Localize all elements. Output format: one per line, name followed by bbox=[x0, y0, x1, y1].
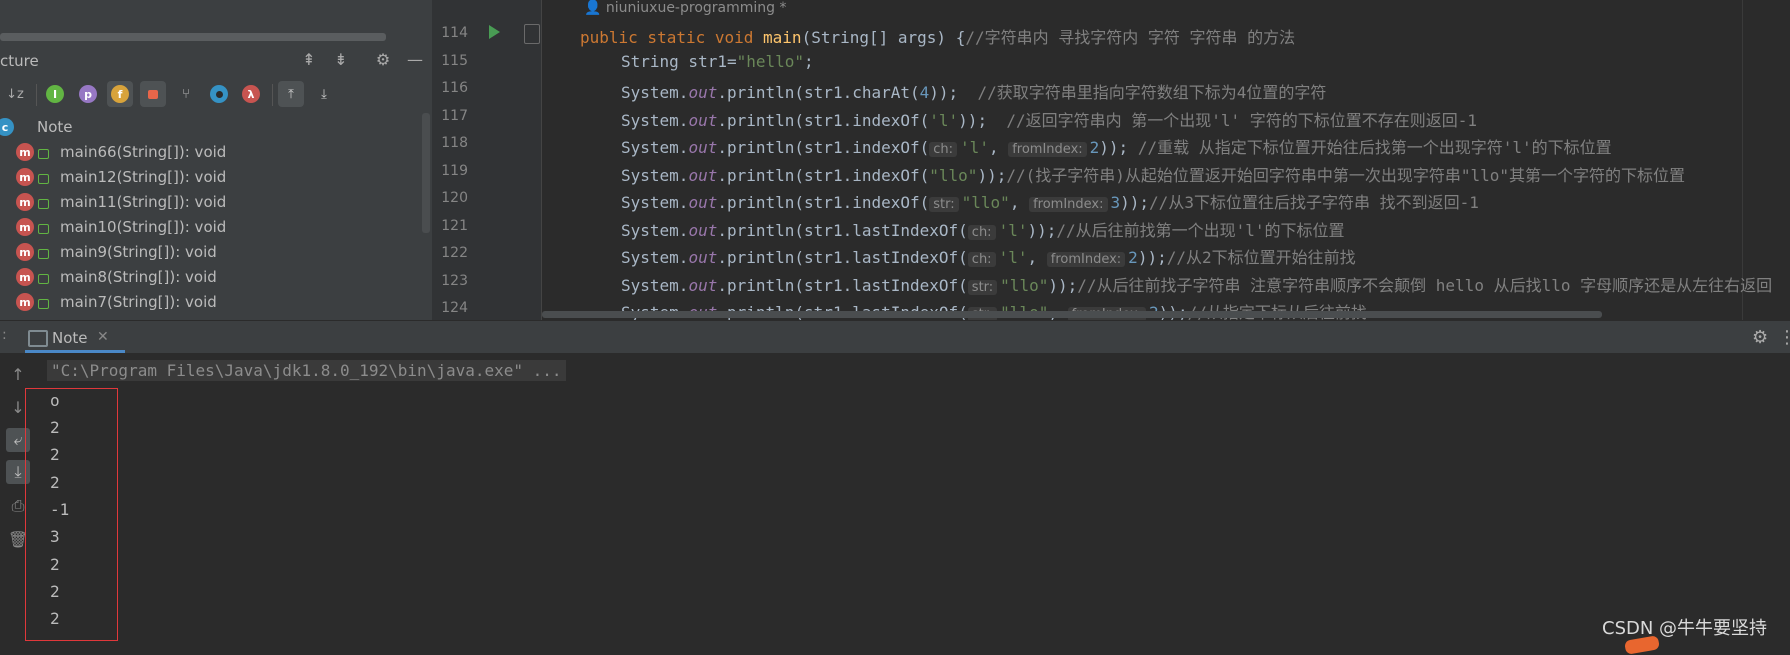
author-name: niuniuxue-programming * bbox=[605, 0, 787, 16]
tree-item-main8[interactable]: m main8(String[]): void bbox=[0, 265, 420, 290]
param-hint: ch: bbox=[929, 142, 958, 157]
line-number: 115 bbox=[441, 53, 468, 69]
code-line-115: String str1="hello"; bbox=[621, 52, 814, 71]
code-line-117: System.out.println(str1.indexOf('l')); /… bbox=[621, 111, 1478, 130]
param-hint: fromIndex: bbox=[1008, 142, 1087, 157]
unlock-icon bbox=[38, 224, 49, 234]
param-hint: fromIndex: bbox=[1046, 252, 1126, 267]
author-hint: 👤 niuniuxue-programming * bbox=[584, 0, 787, 16]
console-icon bbox=[28, 330, 48, 347]
gear-icon[interactable]: ⚙ bbox=[372, 50, 394, 70]
line-number: 120 bbox=[441, 190, 468, 206]
method-icon: m bbox=[16, 143, 34, 161]
unlock-icon bbox=[38, 174, 49, 184]
code-line-119: System.out.println(str1.indexOf("llo"));… bbox=[621, 166, 1686, 185]
method-icon: m bbox=[16, 243, 34, 261]
unlock-icon bbox=[38, 299, 49, 309]
run-icon[interactable] bbox=[489, 25, 500, 39]
code-line-120: System.out.println(str1.indexOf(str: "llo… bbox=[621, 193, 1479, 212]
tree-root-label: Note bbox=[37, 118, 73, 136]
tree-item-main7[interactable]: m main7(String[]): void bbox=[0, 290, 420, 315]
toolbar-separator bbox=[36, 84, 37, 106]
run-tab-label: Note bbox=[52, 329, 88, 347]
code-line-122: System.out.println(str1.lastIndexOf(ch: '… bbox=[621, 248, 1356, 267]
unlock-icon bbox=[38, 249, 49, 259]
method-icon: m bbox=[16, 268, 34, 286]
method-icon: m bbox=[16, 293, 34, 311]
tree-item-main11[interactable]: m main11(String[]): void bbox=[0, 190, 420, 215]
tree-root[interactable]: c Note bbox=[0, 115, 420, 140]
param-hint: ch: bbox=[967, 225, 996, 240]
tree-item-main10[interactable]: m main10(String[]): void bbox=[0, 215, 420, 240]
method-icon: m bbox=[16, 218, 34, 236]
code-line-121: System.out.println(str1.lastIndexOf(ch: '… bbox=[621, 221, 1345, 240]
line-number: 121 bbox=[441, 218, 468, 234]
code-line-118: System.out.println(str1.indexOf(ch:'l', … bbox=[621, 138, 1612, 157]
class-icon: c bbox=[0, 118, 14, 136]
drag-handle-icon[interactable]: : bbox=[2, 327, 7, 343]
editor-gutter bbox=[432, 0, 542, 320]
line-number: 118 bbox=[441, 135, 468, 151]
minimize-icon[interactable]: — bbox=[404, 50, 426, 70]
toolbar-separator bbox=[272, 84, 273, 106]
structure-title: cture bbox=[0, 52, 39, 70]
method-icon: m bbox=[16, 168, 34, 186]
vertical-scrollbar[interactable] bbox=[422, 113, 430, 233]
param-hint: str: bbox=[929, 197, 959, 212]
line-number: 122 bbox=[441, 245, 468, 261]
horizontal-scrollbar[interactable] bbox=[0, 33, 386, 41]
line-number: 123 bbox=[441, 273, 468, 289]
param-hint: str: bbox=[967, 280, 998, 295]
command-line: "C:\Program Files\Java\jdk1.8.0_192\bin\… bbox=[47, 360, 566, 381]
unlock-icon bbox=[38, 274, 49, 284]
anonymous-icon[interactable] bbox=[206, 81, 232, 107]
line-number: 124 bbox=[441, 300, 468, 316]
tree-item-label: main66(String[]): void bbox=[60, 143, 227, 161]
run-toolwindow-header bbox=[0, 320, 1790, 353]
line-number: 117 bbox=[441, 108, 468, 124]
tree-item-label: main10(String[]): void bbox=[60, 218, 227, 236]
tree-item-label: main12(String[]): void bbox=[60, 168, 227, 186]
code-line-114: public static void main(String[] args) {… bbox=[580, 28, 1296, 47]
code-line-123: System.out.println(str1.lastIndexOf(str:… bbox=[621, 276, 1773, 295]
gear-icon[interactable]: ⚙ bbox=[1752, 327, 1768, 348]
more-icon[interactable]: ⋮ bbox=[1778, 327, 1790, 348]
param-hint: ch: bbox=[967, 252, 996, 267]
hierarchy-icon[interactable]: ⑂ bbox=[173, 81, 199, 107]
tree-item-main9[interactable]: m main9(String[]): void bbox=[0, 240, 420, 265]
arrow-up-icon[interactable]: ↑ bbox=[6, 362, 30, 386]
output-highlight-box bbox=[25, 388, 118, 641]
line-number: 119 bbox=[441, 163, 468, 179]
code-line-116: System.out.println(str1.charAt(4)); //获取… bbox=[621, 83, 1327, 102]
tree-item-main12[interactable]: m main12(String[]): void bbox=[0, 165, 420, 190]
properties-icon[interactable]: p bbox=[75, 81, 101, 107]
tree-item-label: main11(String[]): void bbox=[60, 193, 227, 211]
line-number: 114 bbox=[441, 25, 468, 41]
param-hint: fromIndex: bbox=[1029, 197, 1108, 212]
sort-alpha-icon[interactable]: ↓z bbox=[2, 81, 28, 107]
unlock-icon bbox=[38, 199, 49, 209]
tree-item-label: main7(String[]): void bbox=[60, 293, 217, 311]
inherited-icon[interactable]: I bbox=[42, 81, 68, 107]
line-number: 116 bbox=[441, 80, 468, 96]
close-icon[interactable]: ✕ bbox=[97, 329, 109, 345]
editor-horizontal-scrollbar[interactable] bbox=[542, 311, 1602, 318]
tree-item-label: main8(String[]): void bbox=[60, 268, 217, 286]
fields-icon[interactable]: f bbox=[107, 81, 133, 107]
bookmark-icon[interactable] bbox=[524, 24, 540, 44]
autoscroll-from-source-icon[interactable]: ⤓ bbox=[311, 81, 337, 107]
expand-all-icon[interactable]: ⇞ bbox=[298, 50, 320, 70]
tree-item-label: main9(String[]): void bbox=[60, 243, 217, 261]
collapse-all-icon[interactable]: ⇟ bbox=[330, 50, 352, 70]
console-output[interactable] bbox=[0, 353, 1790, 646]
autoscroll-to-source-icon[interactable]: ⤒ bbox=[278, 81, 304, 107]
watermark: CSDN @牛牛要坚持 bbox=[1602, 618, 1768, 639]
non-public-icon[interactable] bbox=[140, 81, 166, 107]
lambda-icon[interactable]: λ bbox=[238, 81, 264, 107]
tree-item-main66[interactable]: m main66(String[]): void bbox=[0, 140, 420, 165]
method-icon: m bbox=[16, 193, 34, 211]
unlock-icon bbox=[38, 149, 49, 159]
